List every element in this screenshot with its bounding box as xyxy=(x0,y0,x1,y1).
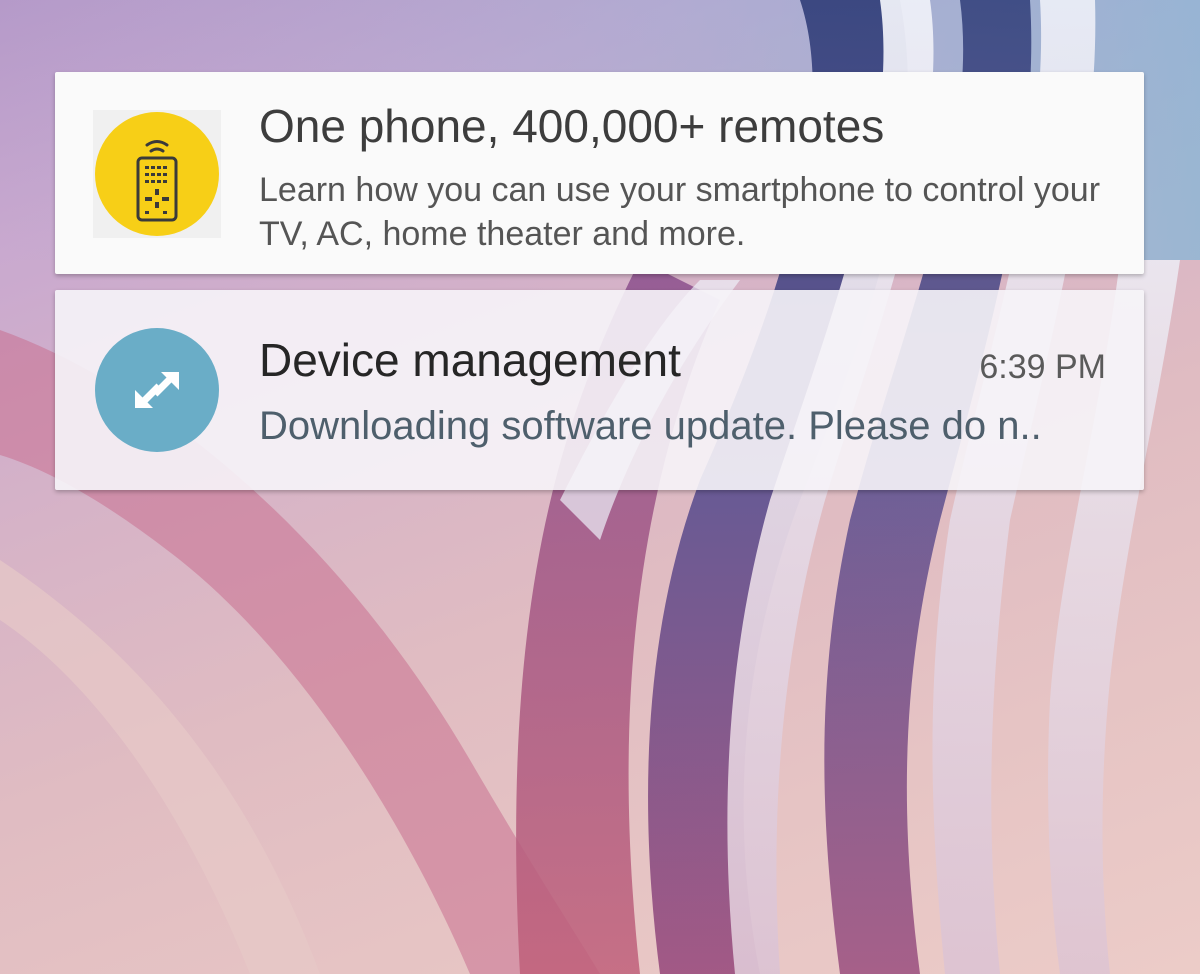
sync-arrows-icon xyxy=(95,328,219,452)
device-title: Device management xyxy=(259,334,681,386)
promo-body: Learn how you can use your smartphone to… xyxy=(259,171,1101,253)
notification-time: 6:39 PM xyxy=(979,348,1106,386)
promo-icon-frame xyxy=(93,110,221,238)
remote-control-icon xyxy=(95,112,219,236)
device-body: Downloading software update. Please do n… xyxy=(259,404,1042,448)
device-management-notification[interactable]: Device management 6:39 PM Downloading so… xyxy=(55,290,1144,490)
promo-title: One phone, 400,000+ remotes xyxy=(259,100,885,152)
promo-notification[interactable]: One phone, 400,000+ remotes Learn how yo… xyxy=(55,72,1144,274)
